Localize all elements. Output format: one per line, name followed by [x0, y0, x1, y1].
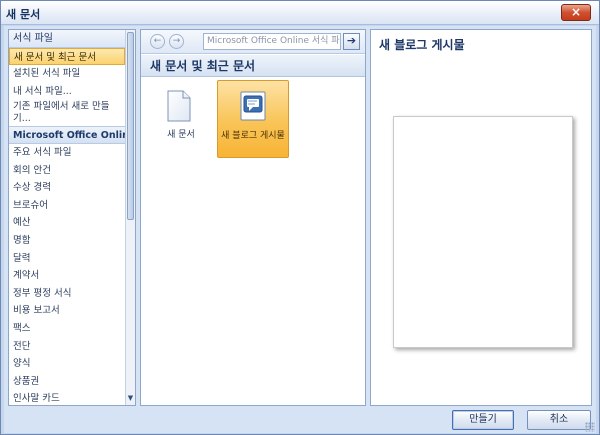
template-search-input[interactable]: Microsoft Office Online 서식 파일 검색 — [203, 33, 341, 50]
category-list: 서식 파일 새 문서 및 최근 문서 설치된 서식 파일 내 서식 파일... 기존 파… — [9, 30, 135, 405]
preview-panel: 새 블로그 게시물 — [370, 29, 592, 406]
blank-document-icon — [167, 90, 191, 122]
category-item[interactable]: 수상 경력 — [9, 179, 125, 197]
go-arrow-icon: ➔ — [346, 34, 357, 47]
category-item[interactable]: 예산 — [9, 214, 125, 232]
blog-post-icon — [240, 91, 266, 121]
title-bar[interactable]: 새 문서 × — [1, 1, 599, 25]
close-icon: × — [570, 5, 582, 19]
category-item[interactable]: 팩스 — [9, 320, 125, 338]
category-item[interactable]: 상품권 — [9, 373, 125, 391]
forward-button[interactable]: → — [169, 34, 184, 49]
category-scrollbar[interactable]: ▼ — [125, 30, 135, 405]
back-arrow-icon: ← — [153, 36, 162, 46]
category-item[interactable]: 회의 안건 — [9, 162, 125, 180]
category-item[interactable]: 전단 — [9, 338, 125, 356]
preview-page-thumbnail — [393, 116, 573, 348]
dialog-body: 서식 파일 새 문서 및 최근 문서 설치된 서식 파일 내 서식 파일... 기존 파… — [4, 26, 596, 433]
category-group-office-online[interactable]: Microsoft Office Online — [9, 126, 135, 144]
category-item[interactable]: 주요 서식 파일 — [9, 144, 125, 162]
section-title: 새 문서 및 최근 문서 — [141, 55, 365, 77]
category-item[interactable]: 정부 평정 서식 — [9, 285, 125, 303]
scroll-down-arrow-icon[interactable]: ▼ — [126, 393, 135, 403]
forward-arrow-icon: → — [172, 36, 181, 46]
category-item[interactable]: 계약서 — [9, 267, 125, 285]
scrollbar-thumb[interactable] — [127, 32, 134, 220]
back-button[interactable]: ← — [150, 34, 165, 49]
template-tile-blog-post[interactable]: 새 블로그 게시물 — [217, 80, 289, 158]
create-button[interactable]: 만들기 — [452, 410, 514, 430]
templates-toolbar: ← → Microsoft Office Online 서식 파일 검색 ➔ — [141, 30, 365, 54]
category-item[interactable]: 달력 — [9, 250, 125, 268]
close-button[interactable]: × — [561, 4, 591, 21]
dialog-title: 새 문서 — [6, 8, 41, 21]
category-item[interactable]: 기존 파일에서 새로 만들기... — [9, 100, 125, 126]
category-item[interactable]: 비용 보고서 — [9, 302, 125, 320]
category-item[interactable]: 내 서식 파일... — [9, 83, 125, 101]
tile-label: 새 블로그 게시물 — [221, 131, 285, 141]
category-item[interactable]: 브로슈어 — [9, 197, 125, 215]
tile-label: 새 문서 — [167, 130, 195, 140]
new-document-dialog: 새 문서 × 서식 파일 새 문서 및 최근 문서 설치된 서식 파일 내 서식 파일… — [0, 0, 600, 435]
templates-panel: ← → Microsoft Office Online 서식 파일 검색 ➔ 새… — [140, 29, 366, 406]
search-go-button[interactable]: ➔ — [343, 33, 360, 50]
category-item[interactable]: 설치된 서식 파일 — [9, 65, 125, 83]
resize-grip-icon[interactable] — [585, 422, 595, 432]
category-item[interactable]: 양식 — [9, 355, 125, 373]
cancel-button[interactable]: 취소 — [527, 410, 591, 430]
category-item[interactable]: 명함 — [9, 232, 125, 250]
template-tile-blank-document[interactable]: 새 문서 — [145, 80, 217, 158]
template-category-panel: 서식 파일 새 문서 및 최근 문서 설치된 서식 파일 내 서식 파일... 기존 파… — [8, 29, 136, 406]
category-item[interactable]: 인사말 카드 — [9, 390, 125, 405]
category-header: 서식 파일 — [9, 30, 125, 48]
category-item[interactable]: 새 문서 및 최근 문서 — [9, 47, 125, 66]
preview-title: 새 블로그 게시물 — [379, 38, 465, 52]
